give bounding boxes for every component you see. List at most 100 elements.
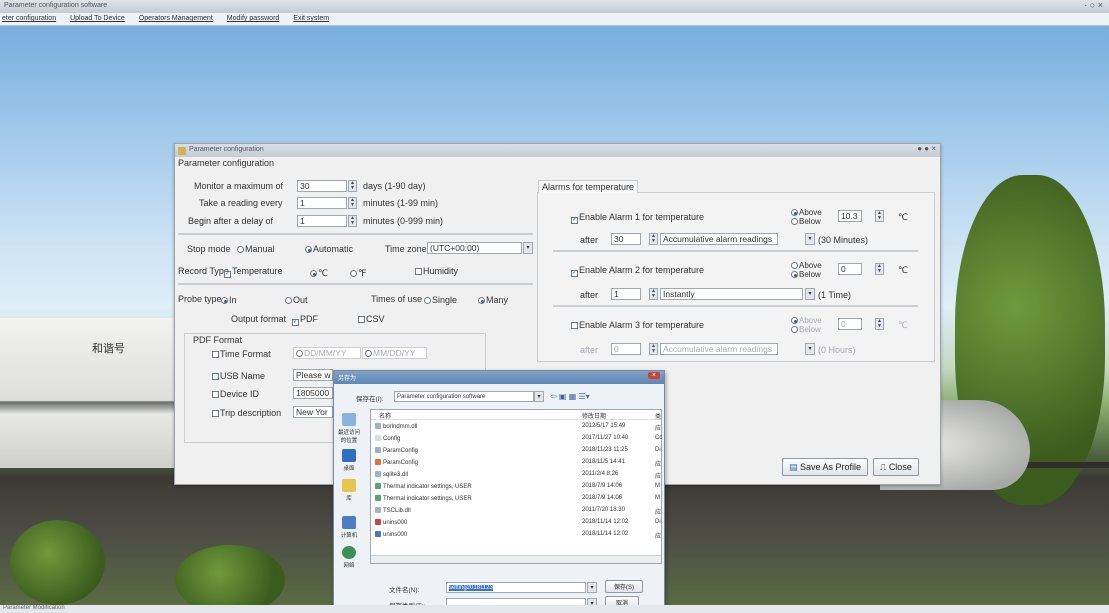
close-icon[interactable]: × [647, 372, 660, 379]
file-row[interactable]: Thermal indicator settings, USER 2018/7/9… [371, 495, 661, 504]
usb-name-checkbox[interactable]: USB Name [212, 371, 265, 381]
alarm1-direction[interactable]: Above Below [791, 208, 822, 226]
menu-modify-password[interactable]: Modify password [227, 15, 280, 23]
device-id-input[interactable]: 1805000 [293, 387, 333, 399]
stop-mode-automatic-radio[interactable]: Automatic [305, 244, 353, 254]
menu-operators-management[interactable]: Operators Management [139, 15, 213, 23]
alarm2-direction[interactable]: Above Below [791, 261, 822, 279]
chevron-down-icon[interactable]: ▾ [805, 288, 815, 300]
alarm1-after-input[interactable]: 30 [611, 233, 641, 245]
times-single-radio[interactable]: Single [424, 295, 457, 305]
column-name[interactable]: 名称 [379, 411, 391, 420]
menu-exit-system[interactable]: Exit system [293, 15, 329, 23]
chevron-down-icon[interactable]: ▾ [523, 242, 533, 254]
alarm3-after-spinner[interactable]: ▲ ▼ [649, 343, 658, 355]
reading-label: Take a reading every [199, 198, 283, 208]
dialog-window-controls[interactable]: ● ● × [917, 144, 936, 153]
application-icon [375, 459, 381, 465]
alarm1-time: (30 Minutes) [818, 235, 869, 245]
network-icon [342, 546, 356, 559]
chevron-down-icon[interactable]: ▾ [587, 582, 597, 593]
filename-input[interactable]: setting20181123 [446, 582, 586, 593]
menu-parameter-configuration[interactable]: eter configuration [2, 15, 56, 23]
window-controls[interactable]: · ○ × [1084, 0, 1103, 13]
app-title: Parameter configuration software [4, 2, 108, 9]
place-network[interactable]: 网络 [337, 546, 361, 569]
time-format-checkbox[interactable]: Time Format [212, 349, 271, 359]
file-row[interactable]: borlndmm.dll 2012/5/17 15:49 应 [371, 423, 661, 432]
alarm2-checkbox[interactable]: ✓ Enable Alarm 2 for temperature [571, 265, 704, 277]
file-row[interactable]: TSCLib.dll 2011/7/20 18:30 应 [371, 507, 661, 516]
place-desktop[interactable]: 桌面 [337, 449, 361, 472]
alarm1-mode-select[interactable]: Accumulative alarm readings [660, 233, 778, 245]
record-humidity-checkbox[interactable]: Humidity [415, 266, 458, 276]
divider [553, 305, 918, 307]
file-row[interactable]: sqlite3.dll 2011/2/4 8:26 应 [371, 471, 661, 480]
file-icon [375, 435, 381, 441]
alarm1-temperature-spinner[interactable]: ▲ ▼ [875, 210, 884, 222]
place-libraries[interactable]: 库 [337, 479, 361, 502]
alarm2-after-input[interactable]: 1 [611, 288, 641, 300]
time-format-mmddyy-radio[interactable]: MM/DD/YY [362, 347, 427, 359]
monitor-days-spinner[interactable]: ▲ ▼ [348, 180, 357, 192]
menu-upload-to-device[interactable]: Upload To Device [70, 15, 125, 23]
alarm2-temperature-spinner[interactable]: ▲ ▼ [875, 263, 884, 275]
file-row[interactable]: ParamConfig 2018/11/23 11:25 Di [371, 447, 661, 456]
usb-name-input[interactable]: Please w [293, 369, 333, 381]
file-row[interactable]: Config 2017/11/27 10:40 Cc [371, 435, 662, 444]
start-delay-input[interactable]: 1 [297, 215, 347, 227]
column-type[interactable]: 类 [655, 411, 661, 420]
alarm3-mode-select[interactable]: Accumulative alarm readings [660, 343, 778, 355]
timezone-select[interactable]: (UTC+00:00) [427, 242, 522, 254]
output-csv-checkbox[interactable]: CSV [358, 314, 385, 324]
output-pdf-checkbox[interactable]: ✓ PDF [292, 314, 318, 326]
alarm1-after-spinner[interactable]: ▲ ▼ [649, 233, 658, 245]
dialog-title: Parameter configuration [189, 146, 264, 153]
alarm3-temperature-input[interactable]: 0 [838, 318, 862, 330]
trip-description-input[interactable]: New Yor [293, 406, 333, 418]
chevron-down-icon[interactable]: ▾ [534, 391, 544, 402]
file-row[interactable]: ParamConfig 2018/11/5 14:41 应 [371, 459, 661, 468]
unit-fahrenheit-radio[interactable]: ℉ [350, 268, 367, 279]
record-temperature-checkbox[interactable]: ✓ Temperature [224, 266, 283, 278]
chevron-down-icon[interactable]: ▾ [805, 233, 815, 245]
place-computer[interactable]: 计算机 [337, 516, 361, 539]
column-date[interactable]: 修改日期 [582, 411, 606, 420]
alarm3-after-input[interactable]: 0 [611, 343, 641, 355]
save-file-button[interactable]: 保存(S) [605, 580, 643, 593]
place-recent[interactable]: 最近访问的位置 [337, 413, 361, 444]
save-as-profile-button[interactable]: ▤ Save As Profile [782, 458, 869, 476]
chevron-down-icon[interactable]: ▾ [805, 343, 815, 355]
trip-description-checkbox[interactable]: Trip description [212, 408, 281, 418]
navigation-toolbar-icons[interactable]: ⇦ ▣ ▦ ☰▾ [550, 392, 590, 401]
time-format-ddmmyy-radio[interactable]: DD/MM/YY [293, 347, 361, 359]
device-id-checkbox[interactable]: Device ID [212, 389, 259, 399]
stop-mode-manual-radio[interactable]: Manual [237, 244, 275, 254]
dialog-heading: Parameter configuration [178, 158, 275, 168]
alarm1-temperature-input[interactable]: 10.3 [838, 210, 862, 222]
horizontal-scrollbar[interactable] [371, 555, 661, 563]
reading-interval-input[interactable]: 1 [297, 197, 347, 209]
alarm2-after-spinner[interactable]: ▲ ▼ [649, 288, 658, 300]
alarm2-temperature-input[interactable]: 0 [838, 263, 862, 275]
probe-in-radio[interactable]: In [221, 295, 237, 305]
unit-celsius-radio[interactable]: ℃ [310, 268, 328, 279]
alarm2-time: (1 Time) [818, 290, 852, 300]
alarm3-checkbox[interactable]: Enable Alarm 3 for temperature [571, 320, 704, 330]
tab-alarms-temperature[interactable]: Alarms for temperature [538, 180, 639, 193]
close-button[interactable]: ⎍ Close [873, 458, 919, 476]
alarm3-temperature-spinner[interactable]: ▲ ▼ [875, 318, 884, 330]
times-many-radio[interactable]: Many [478, 295, 508, 305]
save-in-select[interactable]: Parameter configuration software [394, 391, 534, 402]
alarm3-direction[interactable]: Above Below [791, 316, 822, 334]
file-row[interactable]: unins000 2018/11/14 12:02 应 [371, 531, 661, 540]
start-delay-spinner[interactable]: ▲ ▼ [348, 215, 357, 227]
file-row[interactable]: unins000 2018/11/14 12:02 Di [371, 519, 661, 528]
alarm1-checkbox[interactable]: ✓ Enable Alarm 1 for temperature [571, 212, 704, 224]
reading-interval-spinner[interactable]: ▲ ▼ [348, 197, 357, 209]
computer-icon [342, 516, 356, 529]
alarm2-mode-select[interactable]: Instantly [660, 288, 803, 300]
monitor-days-input[interactable]: 30 [297, 180, 347, 192]
file-row[interactable]: Thermal indicator settings, USER 2018/7/9… [371, 483, 661, 492]
probe-out-radio[interactable]: Out [285, 295, 308, 305]
